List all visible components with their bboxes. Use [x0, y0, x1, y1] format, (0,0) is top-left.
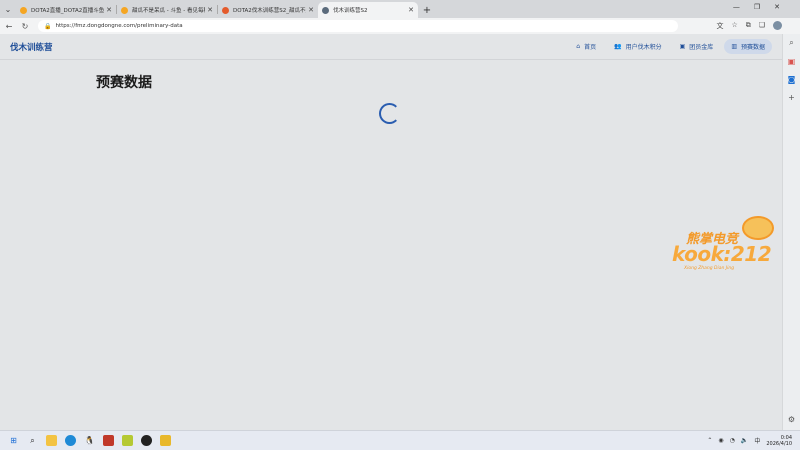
tray-icon[interactable]: ◉	[718, 437, 723, 444]
app-icon[interactable]	[160, 435, 171, 446]
volume-icon[interactable]: 🔈	[741, 437, 748, 444]
ime-icon[interactable]: 中	[754, 436, 760, 445]
nav-item-vault[interactable]: ▣ 团员金库	[673, 39, 721, 54]
tab-favicon-icon	[20, 6, 27, 14]
browser-tab-active[interactable]: 伐木训练营S2 ✕	[318, 2, 418, 18]
address-bar[interactable]: 🔒 https://fmz.dongdongne.com/preliminary…	[38, 20, 678, 32]
tab-favicon-icon	[222, 6, 229, 14]
nav-item-user-points[interactable]: 👥 用户伐木积分	[607, 39, 669, 54]
start-windows-icon[interactable]: ⊞	[8, 435, 19, 446]
browser-tab[interactable]: DOTA2直播_DOTA2直播斗鱼视频 ✕	[16, 2, 116, 18]
page-title: 预赛数据	[96, 75, 152, 91]
settings-gear-icon[interactable]: ⚙	[788, 415, 795, 424]
tab-title: DOTA2伐木训练营S2_甜瓜不是	[233, 8, 307, 14]
app-icon[interactable]	[141, 435, 152, 446]
browser-toolbar: 文 ☆ ⧉ ❏	[716, 21, 782, 31]
tab-title: 伐木训练营S2	[333, 8, 368, 14]
web-page: 伐木训练营 ⌂ 首页 👥 用户伐木积分 ▣ 团员金库 ▥ 预赛数据 预赛数据	[0, 34, 782, 430]
new-tab-icon[interactable]: +	[418, 2, 436, 18]
tray-chevron-icon[interactable]: ⌃	[707, 437, 712, 444]
nav-label: 用户伐木积分	[625, 44, 662, 51]
streamer-watermark-logo: 熊掌电竞 kook:212 Xiong Zhang Dian Jing	[670, 216, 784, 278]
nav-item-home[interactable]: ⌂ 首页	[569, 39, 603, 54]
clock-date: 2026/4/10	[766, 440, 792, 447]
window-controls: — ❐ ✕	[733, 3, 780, 11]
nav-item-preliminary-data[interactable]: ▥ 预赛数据	[724, 39, 772, 54]
vault-icon: ▣	[679, 43, 686, 50]
collections-icon[interactable]: ❏	[759, 21, 765, 31]
tab-title: DOTA2直播_DOTA2直播斗鱼视频	[31, 8, 105, 14]
site-brand[interactable]: 伐木训练营	[10, 41, 53, 53]
translate-icon[interactable]: 文	[716, 21, 723, 31]
tab-actions-chevron-icon[interactable]: ⌄	[0, 0, 16, 18]
lock-icon[interactable]: 🔒	[44, 23, 51, 30]
tab-favicon-icon	[121, 6, 128, 14]
users-icon: 👥	[614, 43, 622, 50]
tab-title: 甜瓜不是呆瓜 - 斗鱼 - 看见每种热	[132, 8, 205, 14]
reload-icon[interactable]: ↻	[18, 22, 32, 31]
tab-close-icon[interactable]: ✕	[408, 6, 414, 14]
site-nav: ⌂ 首页 👥 用户伐木积分 ▣ 团员金库 ▥ 预赛数据	[569, 39, 772, 54]
back-icon[interactable]: ←	[2, 22, 16, 31]
edge-browser-icon[interactable]	[65, 435, 76, 446]
search-icon[interactable]: ⌕	[27, 435, 38, 446]
browser-tab[interactable]: 甜瓜不是呆瓜 - 斗鱼 - 看见每种热 ✕	[117, 2, 217, 18]
home-icon: ⌂	[576, 43, 581, 50]
close-window-icon[interactable]: ✕	[774, 3, 780, 11]
cat-mascot-icon	[742, 216, 774, 240]
tab-strip: ⌄ DOTA2直播_DOTA2直播斗鱼视频 ✕ 甜瓜不是呆瓜 - 斗鱼 - 看见…	[0, 0, 800, 18]
nav-label: 预赛数据	[740, 44, 765, 51]
network-icon[interactable]: ◔	[730, 437, 735, 444]
tab-close-icon[interactable]: ✕	[106, 6, 112, 14]
chart-icon: ▥	[731, 43, 737, 50]
tab-close-icon[interactable]: ✕	[308, 6, 314, 14]
loading-spinner-icon	[379, 103, 400, 124]
app-icon[interactable]	[103, 435, 114, 446]
outlook-icon[interactable]: ◙	[788, 75, 796, 84]
tab-close-icon[interactable]: ✕	[207, 6, 213, 14]
watermark-text-3: Xiong Zhang Dian Jing	[684, 266, 735, 271]
minimize-icon[interactable]: —	[733, 3, 740, 11]
qq-icon[interactable]: 🐧	[84, 435, 95, 446]
app-icon[interactable]	[122, 435, 133, 446]
nav-label: 首页	[584, 44, 597, 51]
watermark-text-2: kook:212	[672, 242, 772, 266]
toolbox-icon[interactable]: ▣	[788, 57, 796, 66]
browser-tab[interactable]: DOTA2伐木训练营S2_甜瓜不是 ✕	[218, 2, 318, 18]
file-explorer-icon[interactable]	[46, 435, 57, 446]
site-header: 伐木训练营 ⌂ 首页 👥 用户伐木积分 ▣ 团员金库 ▥ 预赛数据	[0, 34, 782, 60]
browser-sidebar: ⌕ ▣ ◙ + ⚙	[782, 34, 800, 430]
maximize-icon[interactable]: ❐	[754, 3, 760, 11]
nav-label: 团员金库	[689, 44, 714, 51]
search-icon[interactable]: ⌕	[789, 38, 793, 48]
url-text: https://fmz.dongdongne.com/preliminary-d…	[55, 23, 183, 29]
address-bar-row: ← ↻ 🔒 https://fmz.dongdongne.com/prelimi…	[0, 18, 800, 34]
clock[interactable]: 0:04 2026/4/10	[766, 435, 792, 447]
add-sidebar-item-icon[interactable]: +	[788, 93, 795, 102]
tab-favicon-icon	[322, 6, 329, 14]
favorite-star-icon[interactable]: ☆	[731, 21, 737, 31]
extensions-icon[interactable]: ⧉	[746, 21, 751, 31]
profile-avatar[interactable]	[773, 21, 782, 30]
windows-taskbar: ⊞ ⌕ 🐧 ⌃ ◉ ◔ 🔈 中 0:04 2026/4/10	[0, 430, 800, 450]
